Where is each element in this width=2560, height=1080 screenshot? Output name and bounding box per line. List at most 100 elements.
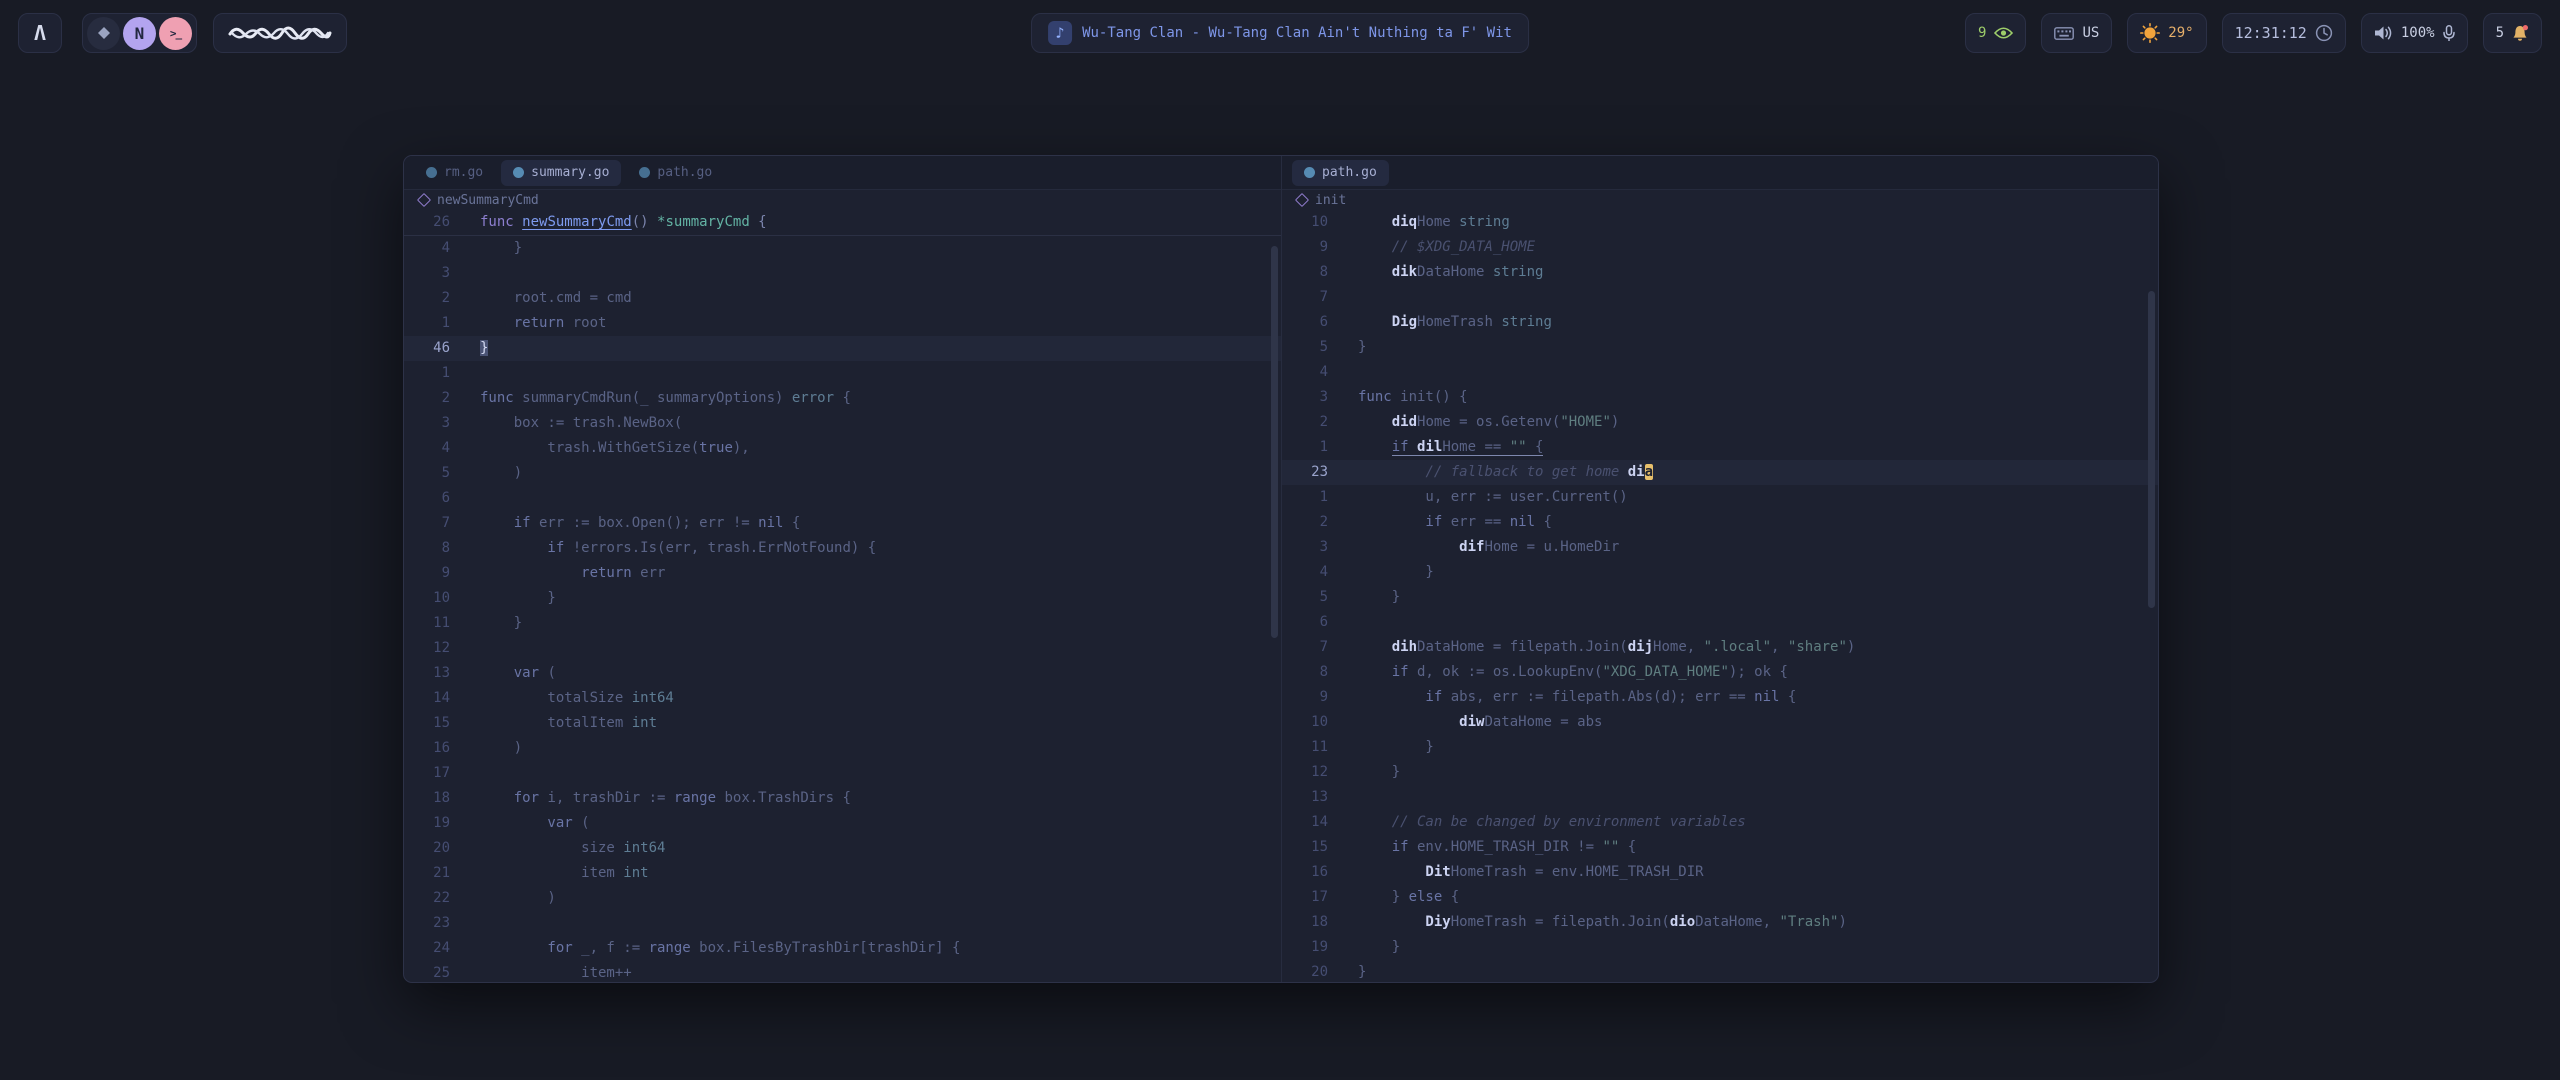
keyboard-layout[interactable]: US <box>2041 13 2112 53</box>
breadcrumb-left[interactable]: newSummaryCmd <box>404 190 1281 210</box>
line-number: 15 <box>1282 835 1328 860</box>
media-player[interactable]: ♪ Wu-Tang Clan - Wu-Tang Clan Ain't Nuth… <box>1031 13 1529 53</box>
code-line[interactable]: 2func summaryCmdRun(_ summaryOptions) er… <box>404 386 1281 411</box>
code-line[interactable]: 9 if abs, err := filepath.Abs(d); err ==… <box>1282 685 2158 710</box>
code-line[interactable]: 4 } <box>1282 560 2158 585</box>
tab-path-go-left[interactable]: path.go <box>627 160 724 186</box>
breadcrumb-right[interactable]: init <box>1282 190 2158 210</box>
scrollbar-right[interactable] <box>2148 291 2155 608</box>
code-line[interactable]: 15 totalItem int <box>404 711 1281 736</box>
code-area-right[interactable]: 10 diqHome string9 // $XDG_DATA_HOME8 di… <box>1282 210 2158 982</box>
code-line[interactable]: 5} <box>1282 335 2158 360</box>
line-number: 16 <box>1282 860 1328 885</box>
code-line[interactable]: 18 DiyHomeTrash = filepath.Join(dioDataH… <box>1282 910 2158 935</box>
line-number: 12 <box>404 636 450 661</box>
code-line[interactable]: 23 <box>404 911 1281 936</box>
code-line[interactable]: 9 return err <box>404 561 1281 586</box>
code-line[interactable]: 16 ) <box>404 736 1281 761</box>
code-line[interactable]: 2 didHome = os.Getenv("HOME") <box>1282 410 2158 435</box>
code-line[interactable]: 21 item int <box>404 861 1281 886</box>
code-text: var ( <box>450 811 590 836</box>
code-line[interactable]: 1 u, err := user.Current() <box>1282 485 2158 510</box>
code-line[interactable]: 20 size int64 <box>404 836 1281 861</box>
code-line[interactable]: 13 var ( <box>404 661 1281 686</box>
code-line[interactable]: 18 for i, trashDir := range box.TrashDir… <box>404 786 1281 811</box>
code-line[interactable]: 11 } <box>404 611 1281 636</box>
code-line[interactable]: 6 <box>1282 610 2158 635</box>
tab-rm-go[interactable]: rm.go <box>414 160 495 186</box>
line-number: 1 <box>404 311 450 336</box>
code-line[interactable]: 20} <box>1282 960 2158 982</box>
tab-path-go[interactable]: path.go <box>1292 160 1389 186</box>
code-line[interactable]: 16 DitHomeTrash = env.HOME_TRASH_DIR <box>1282 860 2158 885</box>
code-line[interactable]: 5 } <box>1282 585 2158 610</box>
code-text: for _, f := range box.FilesByTrashDir[tr… <box>450 936 960 961</box>
code-line[interactable]: 2 if err == nil { <box>1282 510 2158 535</box>
line-number: 3 <box>1282 385 1328 410</box>
workspace-3[interactable]: >_ <box>159 17 192 50</box>
line-number: 8 <box>1282 260 1328 285</box>
code-line[interactable]: 22 ) <box>404 886 1281 911</box>
code-line[interactable]: 7 <box>1282 285 2158 310</box>
code-text: if err := box.Open(); err != nil { <box>450 511 800 536</box>
code-line[interactable]: 12 } <box>1282 760 2158 785</box>
code-line[interactable]: 13 <box>1282 785 2158 810</box>
code-line[interactable]: 1 <box>404 361 1281 386</box>
code-line[interactable]: 6 <box>404 486 1281 511</box>
clock-widget[interactable]: 12:31:12 <box>2222 13 2346 53</box>
code-line[interactable]: 8 if !errors.Is(err, trash.ErrNotFound) … <box>404 536 1281 561</box>
code-line[interactable]: 14 totalSize int64 <box>404 686 1281 711</box>
code-line[interactable]: 24 for _, f := range box.FilesByTrashDir… <box>404 936 1281 961</box>
code-line[interactable]: 46} <box>404 336 1281 361</box>
code-line[interactable]: 26func newSummaryCmd() *summaryCmd { <box>404 210 1281 235</box>
notifications-widget[interactable]: 5 <box>2483 13 2542 53</box>
code-text: totalItem int <box>450 711 657 736</box>
code-line[interactable]: 3 box := trash.NewBox( <box>404 411 1281 436</box>
code-line[interactable]: 3func init() { <box>1282 385 2158 410</box>
code-text <box>1328 785 1358 810</box>
code-text: diwDataHome = abs <box>1328 710 1602 735</box>
code-line[interactable]: 5 ) <box>404 461 1281 486</box>
code-line[interactable]: 4 trash.WithGetSize(true), <box>404 436 1281 461</box>
code-line[interactable]: 19 var ( <box>404 811 1281 836</box>
code-text: u, err := user.Current() <box>1328 485 1628 510</box>
code-line[interactable]: 6 DigHomeTrash string <box>1282 310 2158 335</box>
tab-label: summary.go <box>531 165 609 180</box>
code-line[interactable]: 15 if env.HOME_TRASH_DIR != "" { <box>1282 835 2158 860</box>
code-line[interactable]: 1 return root <box>404 311 1281 336</box>
line-number: 22 <box>404 886 450 911</box>
volume-widget[interactable]: 100% <box>2361 13 2468 53</box>
code-line[interactable]: 19 } <box>1282 935 2158 960</box>
visibility-indicator[interactable]: 9 <box>1965 13 2026 53</box>
launcher-button[interactable]: Λ <box>18 13 62 53</box>
code-line[interactable]: 2 root.cmd = cmd <box>404 286 1281 311</box>
code-line[interactable]: 7 if err := box.Open(); err != nil { <box>404 511 1281 536</box>
code-line[interactable]: 8 dikDataHome string <box>1282 260 2158 285</box>
code-line[interactable]: 3 difHome = u.HomeDir <box>1282 535 2158 560</box>
code-line[interactable]: 23 // fallback to get home dia <box>1282 460 2158 485</box>
code-line[interactable]: 11 } <box>1282 735 2158 760</box>
code-line[interactable]: 1 if dilHome == "" { <box>1282 435 2158 460</box>
code-line[interactable]: 4 <box>1282 360 2158 385</box>
code-text: // Can be changed by environment variabl… <box>1328 810 1746 835</box>
weather-widget[interactable]: 29° <box>2127 13 2206 53</box>
code-area-left[interactable]: 4 }32 root.cmd = cmd1 return root46}12fu… <box>404 236 1281 982</box>
code-line[interactable]: 25 item++ <box>404 961 1281 982</box>
code-line[interactable]: 14 // Can be changed by environment vari… <box>1282 810 2158 835</box>
code-line[interactable]: 10 diwDataHome = abs <box>1282 710 2158 735</box>
code-line[interactable]: 3 <box>404 261 1281 286</box>
scrollbar-left[interactable] <box>1271 246 1278 638</box>
code-line[interactable]: 8 if d, ok := os.LookupEnv("XDG_DATA_HOM… <box>1282 660 2158 685</box>
workspace-1[interactable] <box>87 17 120 50</box>
code-line[interactable]: 7 dihDataHome = filepath.Join(dijHome, "… <box>1282 635 2158 660</box>
code-line[interactable]: 17 } else { <box>1282 885 2158 910</box>
workspace-2[interactable]: N <box>123 17 156 50</box>
code-line[interactable]: 10 diqHome string <box>1282 210 2158 235</box>
code-line[interactable]: 12 <box>404 636 1281 661</box>
tab-summary-go[interactable]: summary.go <box>501 160 621 186</box>
code-line[interactable]: 17 <box>404 761 1281 786</box>
code-text: func newSummaryCmd() *summaryCmd { <box>450 210 767 235</box>
code-line[interactable]: 9 // $XDG_DATA_HOME <box>1282 235 2158 260</box>
code-line[interactable]: 10 } <box>404 586 1281 611</box>
code-line[interactable]: 4 } <box>404 236 1281 261</box>
